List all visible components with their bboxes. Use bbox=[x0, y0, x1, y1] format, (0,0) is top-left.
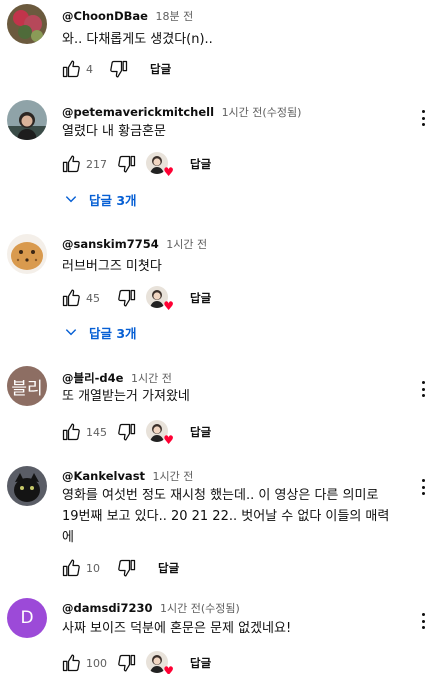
dislike-button[interactable] bbox=[116, 652, 138, 674]
heart-icon: ♥ bbox=[163, 664, 174, 674]
thumb-up-icon bbox=[61, 59, 81, 79]
like-count: 145 bbox=[86, 425, 107, 439]
reply-button[interactable]: 답글 bbox=[158, 560, 179, 576]
reply-button[interactable]: 답글 bbox=[150, 61, 171, 77]
avatar[interactable]: 블리 bbox=[7, 366, 47, 406]
comment-header: @ChoonDBae 18분 전 bbox=[62, 8, 193, 24]
comment-actions: 10 답글 bbox=[60, 556, 179, 580]
reply-button[interactable]: 답글 bbox=[190, 156, 211, 172]
chevron-down-icon bbox=[65, 329, 77, 336]
avatar[interactable] bbox=[7, 466, 47, 506]
reply-button[interactable]: 답글 bbox=[190, 424, 211, 440]
like-count: 217 bbox=[86, 157, 107, 171]
show-replies-button[interactable]: 답글 3개 bbox=[64, 188, 137, 210]
heart-icon: ♥ bbox=[163, 433, 174, 447]
comment-header: @Kankelvast 1시간 전 bbox=[62, 468, 193, 484]
heart-icon: ♥ bbox=[163, 165, 174, 179]
comment-actions: 45 ♥ 답글 bbox=[60, 286, 211, 312]
like-button[interactable] bbox=[60, 652, 82, 674]
thumb-up-icon bbox=[61, 653, 81, 673]
comment-text: 열렸다 내 황금혼문 bbox=[62, 124, 166, 139]
avatar[interactable] bbox=[7, 4, 47, 44]
thumb-down-icon bbox=[117, 154, 137, 174]
thumb-down-icon bbox=[117, 288, 137, 308]
comment-actions: 217 ♥ 답글 bbox=[60, 152, 211, 178]
comment-header: @블리-d4e 1시간 전 bbox=[62, 370, 172, 386]
comment-text: 와.. 다채롭게도 생겼다(n).. bbox=[62, 32, 213, 47]
like-button[interactable] bbox=[60, 557, 82, 579]
comment-header: @damsdi7230 1시간 전(수정됨) bbox=[62, 600, 240, 616]
comment-author[interactable]: @petemaverickmitchell bbox=[62, 105, 214, 119]
dislike-button[interactable] bbox=[116, 287, 138, 309]
comment-text: 또 개열받는거 가져왔네 bbox=[62, 389, 190, 404]
dislike-button[interactable] bbox=[108, 58, 130, 80]
creator-heart-badge: ♥ bbox=[146, 420, 174, 446]
like-count: 100 bbox=[86, 656, 107, 670]
thumb-up-icon bbox=[61, 288, 81, 308]
dislike-button[interactable] bbox=[116, 421, 138, 443]
comment-author[interactable]: @Kankelvast bbox=[62, 469, 145, 483]
heart-icon: ♥ bbox=[163, 299, 174, 313]
reply-button[interactable]: 답글 bbox=[190, 655, 211, 671]
comment-time[interactable]: 18분 전 bbox=[156, 10, 194, 23]
comment-actions: 4 답글 bbox=[60, 57, 171, 81]
comment-text: 영화를 여섯번 정도 재시청 했는데.. 이 영상은 다른 의미로 19번째 보… bbox=[62, 485, 432, 548]
like-button[interactable] bbox=[60, 153, 82, 175]
thumb-down-icon bbox=[109, 59, 129, 79]
like-count: 10 bbox=[86, 561, 100, 575]
comment-text-line: 영화를 여섯번 정도 재시청 했는데.. 이 영상은 다른 의미로 bbox=[62, 488, 379, 503]
thumb-down-icon bbox=[117, 422, 137, 442]
dislike-button[interactable] bbox=[116, 153, 138, 175]
like-count: 4 bbox=[86, 62, 93, 76]
like-button[interactable] bbox=[60, 58, 82, 80]
comment-text: 러브버그즈 미쳣다 bbox=[62, 259, 162, 274]
comment-time[interactable]: 1시간 전 bbox=[131, 372, 172, 385]
avatar[interactable]: D bbox=[7, 598, 47, 638]
comment-header: @sanskim7754 1시간 전 bbox=[62, 236, 207, 252]
reply-button[interactable]: 답글 bbox=[190, 290, 211, 306]
comment-author[interactable]: @ChoonDBae bbox=[62, 9, 148, 23]
comment-time[interactable]: 1시간 전 bbox=[153, 470, 194, 483]
comment-author[interactable]: @블리-d4e bbox=[62, 371, 123, 385]
chevron-down-icon bbox=[65, 196, 77, 203]
replies-count-label: 답글 3개 bbox=[89, 325, 137, 341]
comment-time[interactable]: 1시간 전(수정됨) bbox=[160, 602, 240, 615]
comment-author[interactable]: @damsdi7230 bbox=[62, 601, 153, 615]
thumb-down-icon bbox=[117, 558, 137, 578]
comment-time[interactable]: 1시간 전 bbox=[166, 238, 207, 251]
comment-actions: 145 ♥ 답글 bbox=[60, 420, 211, 446]
like-button[interactable] bbox=[60, 287, 82, 309]
thumb-down-icon bbox=[117, 653, 137, 673]
comment-text-line: 19번째 보고 있다.. 20 21 22.. 벗어날 수 없다 이들의 매력 bbox=[62, 509, 390, 524]
thumb-up-icon bbox=[61, 154, 81, 174]
creator-heart-badge: ♥ bbox=[146, 286, 174, 312]
creator-heart-badge: ♥ bbox=[146, 651, 174, 674]
comment-text: 사짜 보이즈 덕분에 혼문은 문제 없겠네요! bbox=[62, 621, 292, 636]
comment-header: @petemaverickmitchell 1시간 전(수정됨) bbox=[62, 104, 301, 120]
show-replies-button[interactable]: 답글 3개 bbox=[64, 321, 137, 343]
avatar[interactable] bbox=[7, 234, 47, 274]
like-count: 45 bbox=[86, 291, 100, 305]
dislike-button[interactable] bbox=[116, 557, 138, 579]
thumb-up-icon bbox=[61, 558, 81, 578]
thumb-up-icon bbox=[61, 422, 81, 442]
replies-count-label: 답글 3개 bbox=[89, 192, 137, 208]
avatar[interactable] bbox=[7, 100, 47, 140]
comment-text-line: 에 bbox=[62, 530, 74, 545]
like-button[interactable] bbox=[60, 421, 82, 443]
comment-time[interactable]: 1시간 전(수정됨) bbox=[222, 106, 302, 119]
comment-author[interactable]: @sanskim7754 bbox=[62, 237, 159, 251]
comment-actions: 100 ♥ 답글 bbox=[60, 651, 211, 674]
creator-heart-badge: ♥ bbox=[146, 152, 174, 178]
